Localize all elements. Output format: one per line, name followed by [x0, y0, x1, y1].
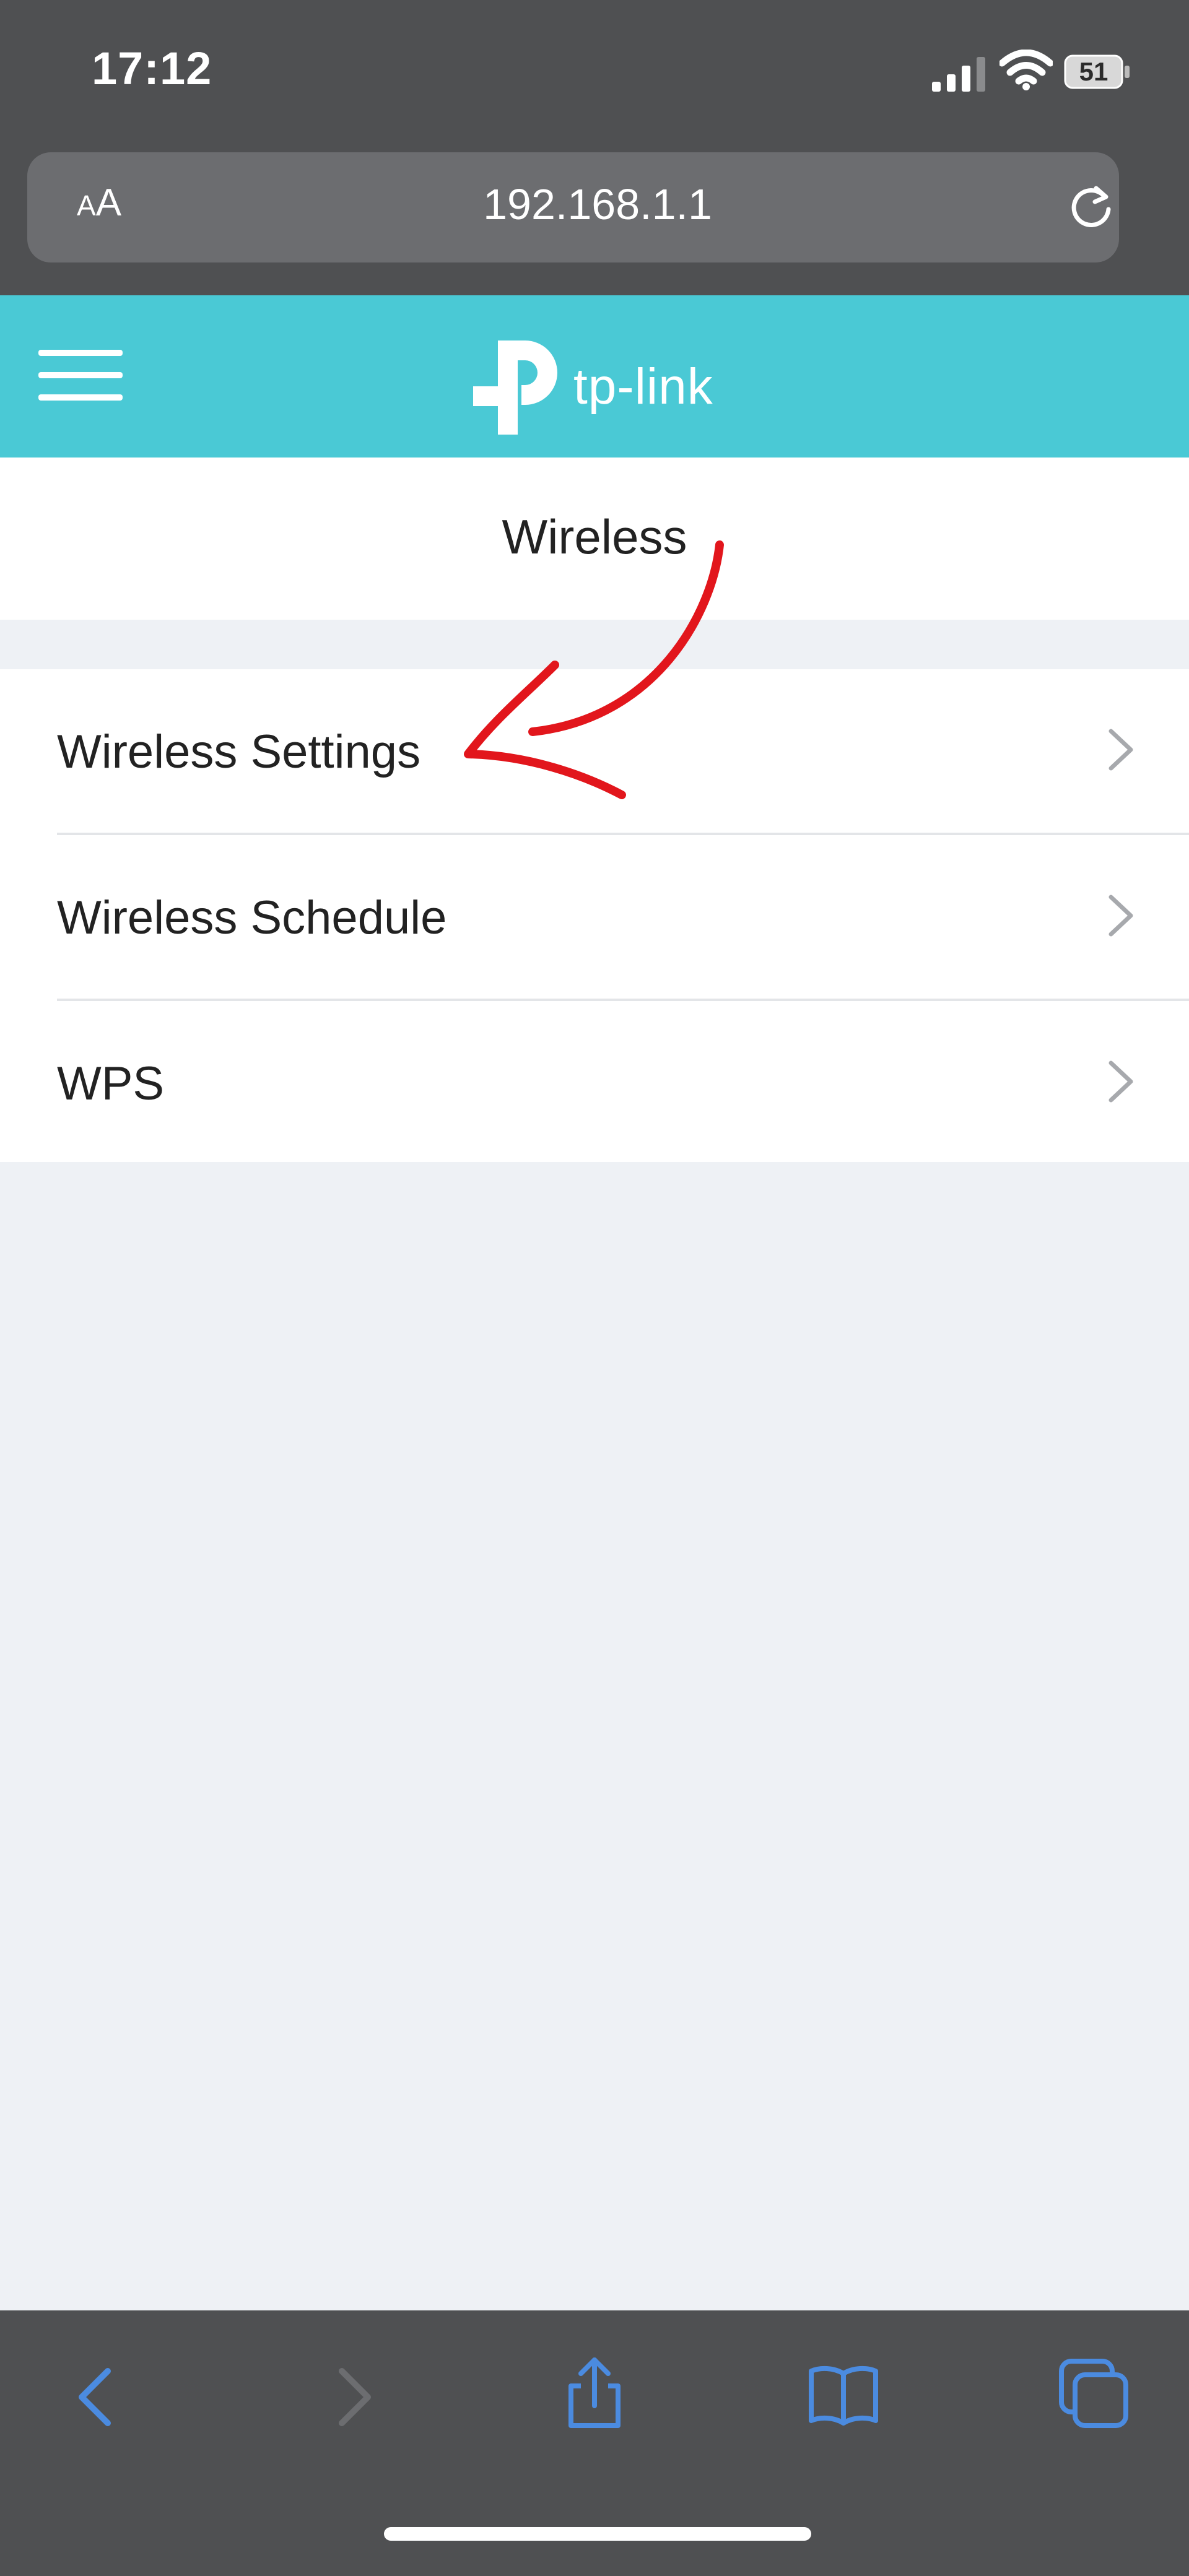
share-icon[interactable] — [557, 2356, 632, 2431]
cellular-signal-icon — [932, 57, 985, 92]
battery-icon: 51 — [1064, 53, 1131, 90]
brand-name: tp-link — [573, 358, 713, 415]
chevron-right-icon — [1108, 895, 1133, 937]
url-text[interactable]: 192.168.1.1 — [334, 180, 861, 229]
battery-level: 51 — [1079, 57, 1108, 86]
chevron-right-icon — [1108, 1060, 1133, 1103]
menu-item-label: Wireless Settings — [57, 726, 421, 778]
menu-item-wireless-schedule[interactable]: Wireless Schedule — [0, 835, 1189, 999]
bookmarks-icon[interactable] — [806, 2360, 881, 2434]
menu-item-wps[interactable]: WPS — [0, 1001, 1189, 1164]
menu-item-label: Wireless Schedule — [57, 891, 447, 944]
status-time: 17:12 — [92, 43, 212, 94]
wifi-icon — [1000, 50, 1053, 90]
chevron-right-icon — [1108, 729, 1133, 771]
text-size-button[interactable]: AA — [77, 181, 121, 225]
tp-link-logo-icon — [473, 340, 557, 435]
tabs-icon[interactable] — [1056, 2356, 1131, 2431]
forward-icon[interactable] — [315, 2360, 389, 2434]
red-arrow-annotation-icon — [464, 540, 724, 799]
back-icon[interactable] — [61, 2360, 135, 2434]
hamburger-menu-icon[interactable] — [38, 350, 123, 401]
menu-item-label: WPS — [57, 1057, 165, 1110]
reload-icon[interactable] — [1065, 181, 1117, 233]
home-indicator — [384, 2527, 811, 2541]
